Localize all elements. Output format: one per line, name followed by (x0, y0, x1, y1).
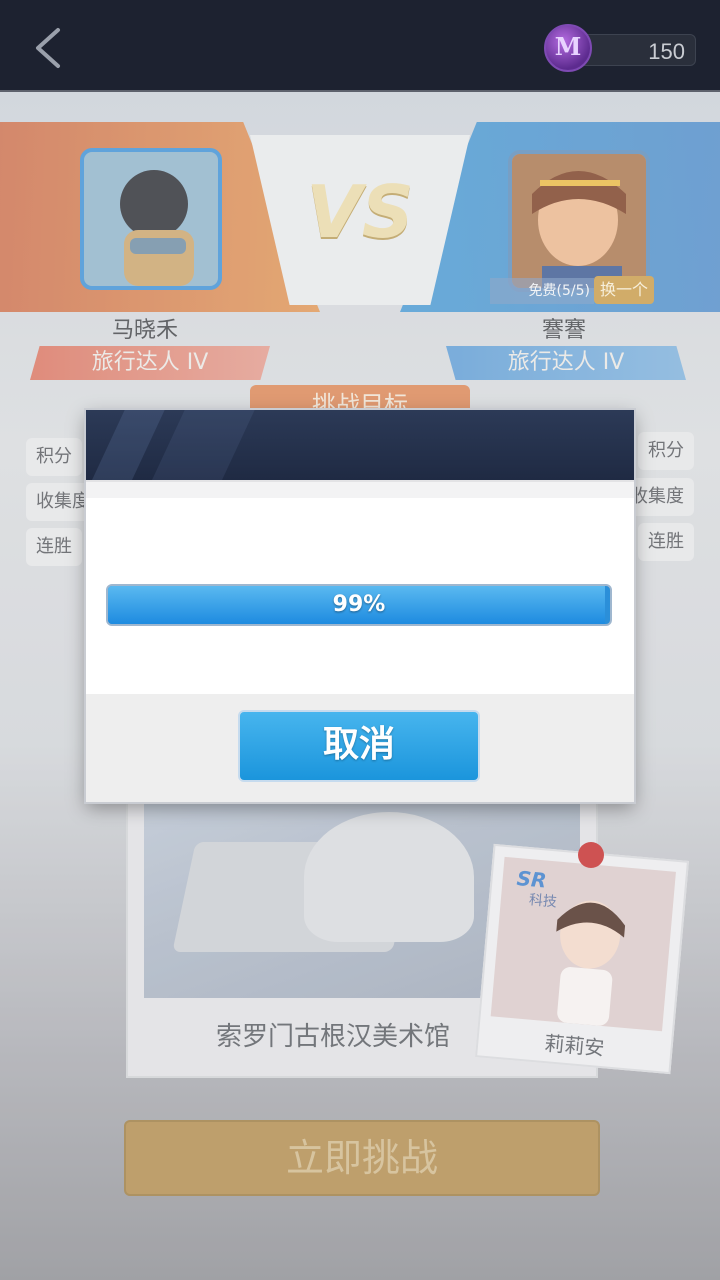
coin-value: 150 (648, 39, 685, 64)
coin-counter: 150 M (544, 24, 696, 72)
top-bar: 150 M (0, 0, 720, 92)
dialog-divider (86, 480, 634, 498)
download-progress-bar: 99% (106, 584, 612, 626)
chevron-left-icon[interactable] (30, 26, 70, 70)
m-coin-icon: M (544, 24, 592, 72)
cancel-button[interactable]: 取消 (238, 710, 480, 782)
loading-dialog: 99% 取消 (86, 410, 634, 802)
dialog-header (86, 410, 634, 480)
coin-glyph: M (554, 32, 582, 61)
progress-label: 99% (332, 592, 386, 617)
dialog-footer: 取消 (86, 694, 634, 802)
